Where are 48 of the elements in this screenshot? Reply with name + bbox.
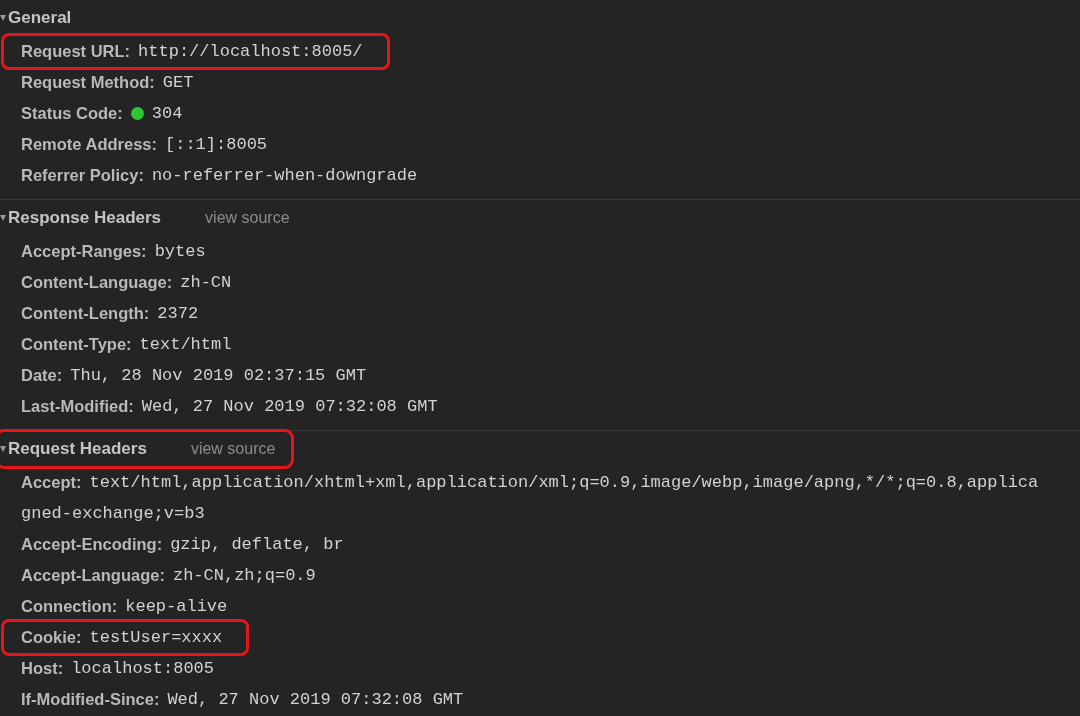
header-value: keep-alive xyxy=(125,597,228,616)
header-value: text/html xyxy=(139,335,232,354)
header-value: 2372 xyxy=(157,304,199,323)
header-key: Request URL: xyxy=(21,42,131,61)
header-key: Connection: xyxy=(21,597,118,616)
header-value: localhost:8005 xyxy=(71,659,214,678)
section-title: Response Headers xyxy=(8,208,162,228)
header-key: Accept: xyxy=(21,473,82,492)
header-value: GET xyxy=(162,73,194,92)
caret-icon[interactable] xyxy=(0,444,6,454)
header-value: no-referrer-when-downgrade xyxy=(151,166,418,185)
header-key: Cookie: xyxy=(21,628,82,647)
header-value: Wed, 27 Nov 2019 07:32:08 GMT xyxy=(141,397,438,416)
header-key: Remote Address: xyxy=(21,135,157,154)
header-key: Content-Length: xyxy=(21,304,150,323)
header-key: Host: xyxy=(21,659,64,678)
header-value: Thu, 28 Nov 2019 02:37:15 GMT xyxy=(70,366,367,385)
header-value: 304 xyxy=(151,104,183,123)
header-key: Accept-Ranges: xyxy=(21,242,147,261)
section-title: General xyxy=(8,8,72,28)
header-value: gned-exchange;v=b3 xyxy=(21,504,205,523)
section-header[interactable]: Response Headers view source xyxy=(0,203,304,233)
header-key: If-Modified-Since: xyxy=(21,690,160,709)
header-key: Date: xyxy=(21,366,63,385)
header-key: Content-Type: xyxy=(21,335,132,354)
header-key: Accept-Language: xyxy=(21,566,165,585)
section-header[interactable]: Request Headers view source xyxy=(0,434,290,464)
header-value: [::1]:8005 xyxy=(165,135,268,154)
section-title: Request Headers xyxy=(8,439,147,459)
caret-icon[interactable] xyxy=(0,13,6,23)
header-value: bytes xyxy=(154,242,206,261)
header-value: gzip, deflate, br xyxy=(170,535,344,554)
header-key: Status Code: xyxy=(21,104,123,123)
header-value: http://localhost:8005/ xyxy=(138,42,363,61)
view-source-link[interactable]: view source xyxy=(205,209,290,227)
header-value: testUser=xxxx xyxy=(89,628,223,647)
header-value: Wed, 27 Nov 2019 07:32:08 GMT xyxy=(167,690,464,709)
header-key: Content-Language: xyxy=(21,273,173,292)
header-value: zh-CN xyxy=(180,273,232,292)
header-value: zh-CN,zh;q=0.9 xyxy=(172,566,316,585)
caret-icon[interactable] xyxy=(0,213,6,223)
header-value: text/html,application/xhtml+xml,application/xml;q=0.9,image/webp,image/apng,*/*;q=0.8,applica xyxy=(89,473,1039,492)
section-header[interactable]: General xyxy=(0,3,86,33)
header-key: Accept-Encoding: xyxy=(21,535,163,554)
header-key: Referrer Policy: xyxy=(21,166,144,185)
view-source-link[interactable]: view source xyxy=(190,440,276,458)
header-key: Request Method: xyxy=(21,73,155,92)
header-key: Last-Modified: xyxy=(21,397,134,416)
